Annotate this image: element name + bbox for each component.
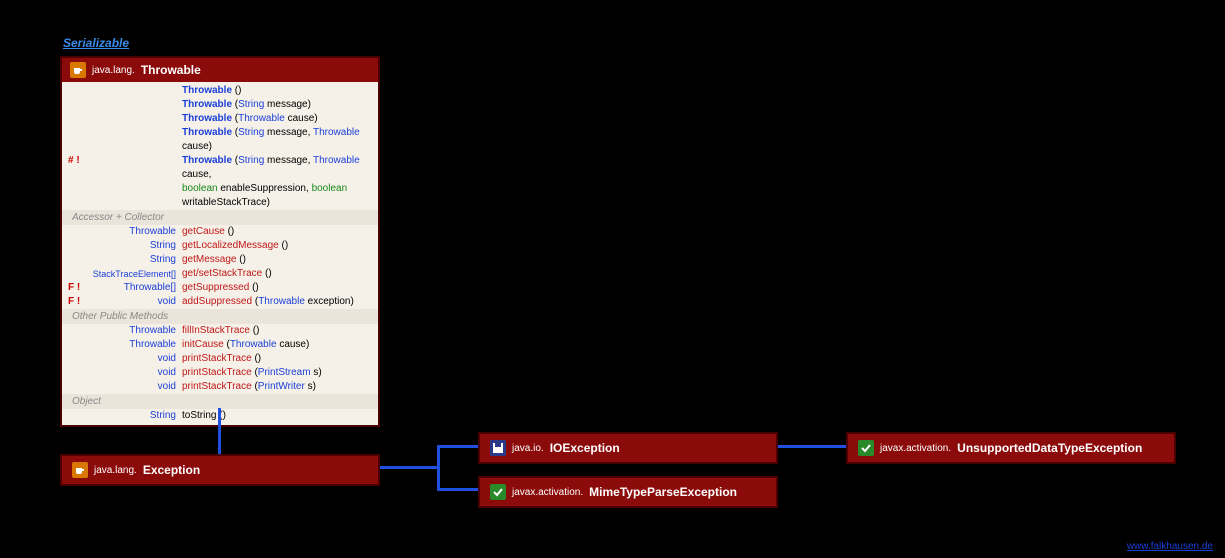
interface-serializable: Serializable xyxy=(63,36,129,50)
class-ioexception: java.io. IOException xyxy=(478,432,778,464)
method-row: StackTraceElement[]get/setStackTrace () xyxy=(62,267,378,281)
class-unsupported: javax.activation. UnsupportedDataTypeExce… xyxy=(846,432,1176,464)
ctor-row: Throwable (String message) xyxy=(62,98,378,112)
pkg-label: javax.activation. xyxy=(880,443,951,454)
footer-link[interactable]: www.falkhausen.de xyxy=(1127,541,1213,552)
method-row: F !Throwable[]getSuppressed () xyxy=(62,281,378,295)
pkg-label: java.io. xyxy=(512,443,544,454)
check-icon xyxy=(490,484,506,500)
class-exception: java.lang. Exception xyxy=(60,454,380,486)
pkg-label: java.lang. xyxy=(92,65,135,76)
method-row: voidprintStackTrace (PrintStream s) xyxy=(62,366,378,380)
class-name: Throwable xyxy=(141,63,201,77)
class-header-throwable: java.lang. Throwable xyxy=(62,58,378,82)
ctor-row: Throwable () xyxy=(62,84,378,98)
connector xyxy=(437,445,478,448)
check-icon xyxy=(858,440,874,456)
members: Throwable () Throwable (String message) … xyxy=(62,82,378,425)
connector xyxy=(437,445,440,490)
class-name: Exception xyxy=(143,463,200,477)
section-other: Other Public Methods xyxy=(62,309,378,324)
connector xyxy=(380,466,440,469)
method-row: ThrowableinitCause (Throwable cause) xyxy=(62,338,378,352)
ctor-row: Throwable (String message, Throwable cau… xyxy=(62,126,378,154)
method-row: StringgetLocalizedMessage () xyxy=(62,239,378,253)
method-row: StringgetMessage () xyxy=(62,253,378,267)
class-name: MimeTypeParseException xyxy=(589,485,737,499)
cup-icon xyxy=(70,62,86,78)
class-throwable: java.lang. Throwable Throwable () Throwab… xyxy=(60,56,380,427)
class-name: UnsupportedDataTypeException xyxy=(957,441,1142,455)
ctor-row-cont: boolean enableSuppression, boolean writa… xyxy=(62,182,378,210)
pkg-label: javax.activation. xyxy=(512,487,583,498)
disk-icon xyxy=(490,440,506,456)
ctor-row: # !Throwable (String message, Throwable … xyxy=(62,154,378,182)
class-name: IOException xyxy=(550,441,620,455)
section-accessor: Accessor + Collector xyxy=(62,210,378,225)
connector xyxy=(437,488,478,491)
connector xyxy=(778,445,846,448)
method-row: ThrowablegetCause () xyxy=(62,225,378,239)
section-object: Object xyxy=(62,394,378,409)
connector xyxy=(218,408,221,454)
method-row: F !voidaddSuppressed (Throwable exceptio… xyxy=(62,295,378,309)
cup-icon xyxy=(72,462,88,478)
class-mimetype: javax.activation. MimeTypeParseException xyxy=(478,476,778,508)
method-row: voidprintStackTrace () xyxy=(62,352,378,366)
method-row: voidprintStackTrace (PrintWriter s) xyxy=(62,380,378,394)
method-row: ThrowablefillInStackTrace () xyxy=(62,324,378,338)
ctor-row: Throwable (Throwable cause) xyxy=(62,112,378,126)
pkg-label: java.lang. xyxy=(94,465,137,476)
